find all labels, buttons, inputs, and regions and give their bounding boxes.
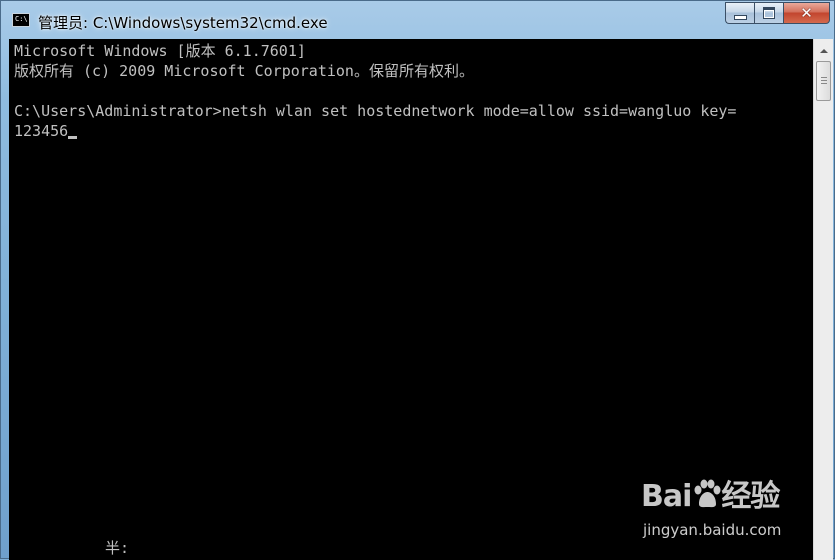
text-cursor	[68, 136, 78, 139]
vertical-scrollbar[interactable]	[813, 39, 833, 560]
minimize-icon	[733, 14, 747, 20]
console-line: Microsoft Windows [版本 6.1.7601]	[14, 42, 306, 60]
grip-line	[821, 83, 827, 84]
paw-icon	[694, 479, 721, 508]
watermark-logo-right: 经验	[721, 479, 780, 514]
scroll-up-button[interactable]	[816, 42, 832, 59]
caption-buttons: ✕	[725, 2, 830, 24]
console-output: Microsoft Windows [版本 6.1.7601] 版权所有 (c) …	[14, 41, 736, 141]
maximize-button[interactable]	[754, 2, 783, 24]
minimize-button[interactable]	[725, 2, 754, 24]
grip-line	[821, 77, 827, 78]
watermark-logo: Bai 经验	[641, 471, 780, 515]
cmd-app-icon[interactable]: C:\	[12, 13, 30, 27]
cmd-window: C:\ 管理员: C:\Windows\system32\cmd.exe ✕ M…	[0, 0, 835, 560]
console-line: C:\Users\Administrator>netsh wlan set ho…	[14, 102, 737, 120]
scroll-thumb[interactable]	[816, 61, 831, 101]
title-bar[interactable]: C:\ 管理员: C:\Windows\system32\cmd.exe ✕	[1, 1, 835, 39]
ime-status-text: 半:	[105, 539, 130, 557]
window-title: 管理员: C:\Windows\system32\cmd.exe	[38, 14, 328, 32]
cmd-icon-label: C:\	[15, 15, 28, 23]
watermark-url: jingyan.baidu.com	[643, 521, 782, 539]
grip-line	[821, 80, 827, 81]
close-button[interactable]: ✕	[783, 2, 830, 24]
console-line: 版权所有 (c) 2009 Microsoft Corporation。保留所有…	[14, 62, 474, 80]
watermark-logo-left: Bai	[641, 479, 692, 514]
maximize-icon	[763, 7, 775, 19]
console-input-line[interactable]: 123456	[14, 121, 736, 141]
console-input-text: 123456	[14, 122, 69, 140]
arrow-up-icon	[820, 48, 828, 53]
close-icon: ✕	[800, 3, 813, 22]
baidu-jingyan-watermark: Bai 经验 jingyan.baidu.com	[641, 471, 811, 546]
